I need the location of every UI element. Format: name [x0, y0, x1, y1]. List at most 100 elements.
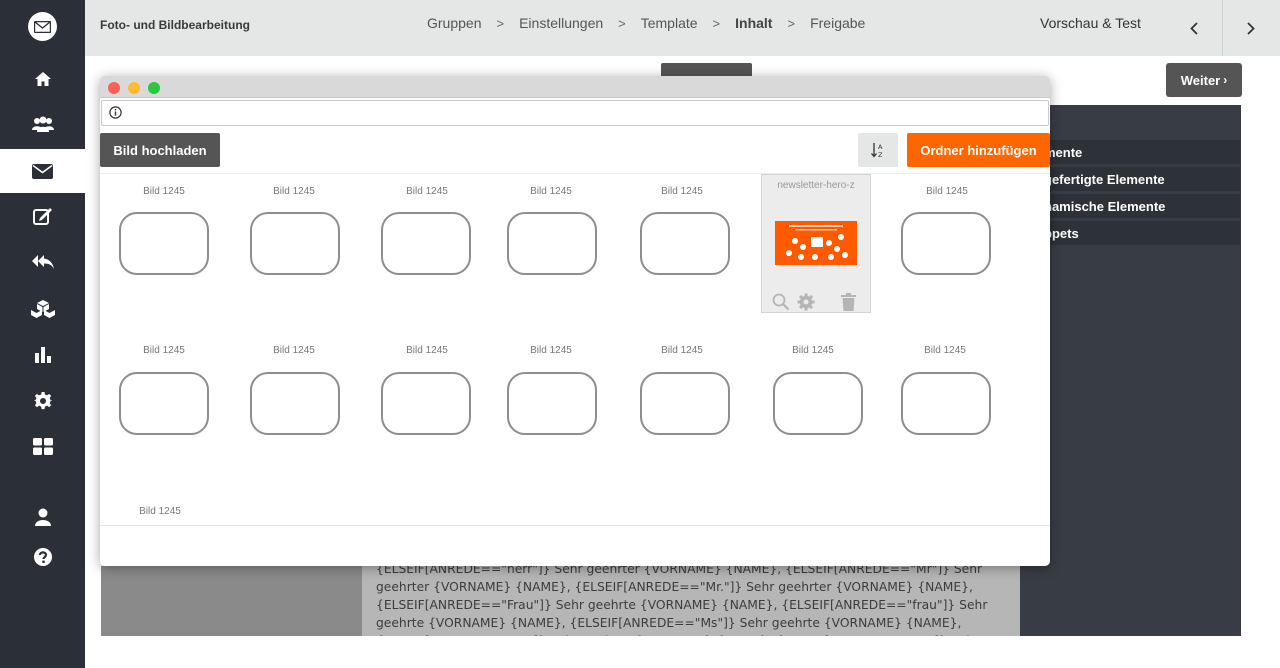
- folder-icon[interactable]: [507, 212, 597, 275]
- sidebar-item-settings[interactable]: [0, 379, 85, 423]
- image-tile[interactable]: newsletter-hero-z: [761, 174, 871, 313]
- weiter-label: Weiter: [1180, 72, 1221, 88]
- window-titlebar[interactable]: [100, 76, 1050, 98]
- image-thumbnail[interactable]: [775, 221, 857, 265]
- left-sidebar: [0, 0, 85, 668]
- weiter-button[interactable]: Weiter ›: [1166, 63, 1242, 97]
- info-icon[interactable]: [109, 106, 122, 119]
- step-template[interactable]: Template: [641, 15, 698, 31]
- help-icon: [33, 548, 52, 566]
- step-inhalt[interactable]: Inhalt: [735, 15, 772, 31]
- folder-icon[interactable]: [381, 212, 471, 275]
- folder-label: Bild 1245: [143, 345, 185, 356]
- top-bar: Foto- und Bildbearbeitung Gruppen > Eins…: [85, 0, 1280, 56]
- panel-item-elemente[interactable]: mente: [1040, 140, 1240, 164]
- minimize-window-button[interactable]: [128, 82, 140, 94]
- gear-icon: [33, 392, 52, 410]
- sidebar-item-modules[interactable]: [0, 287, 85, 331]
- step-separator-icon: >: [496, 15, 505, 31]
- folder-label: Bild 1245: [530, 345, 572, 356]
- previous-step-button[interactable]: [1165, 0, 1222, 56]
- folder-label: Bild 1245: [143, 186, 185, 197]
- grid-icon: [32, 437, 53, 455]
- app-title: Foto- und Bildbearbeitung: [100, 18, 250, 32]
- folder-label: Bild 1245: [661, 345, 703, 356]
- bar-chart-icon: [34, 347, 51, 363]
- folder-icon[interactable]: [640, 372, 730, 435]
- trash-icon[interactable]: [841, 293, 856, 311]
- folder-icon[interactable]: [773, 372, 863, 435]
- folder-label: Bild 1245: [273, 186, 315, 197]
- preview-test-link[interactable]: Vorschau & Test: [1040, 15, 1141, 31]
- folder-icon[interactable]: [901, 212, 991, 275]
- step-gruppen[interactable]: Gruppen: [427, 15, 481, 31]
- panel-item-vorgefertigte-elemente[interactable]: gefertigte Elemente: [1040, 167, 1240, 191]
- step-freigabe[interactable]: Freigabe: [810, 15, 865, 31]
- folder-label: Bild 1245: [139, 506, 181, 517]
- address-bar[interactable]: [101, 100, 1049, 126]
- sort-alpha-icon: A Z: [871, 143, 883, 158]
- folder-label: Bild 1245: [530, 186, 572, 197]
- panel-item-dynamische-elemente[interactable]: namische Elemente: [1040, 194, 1240, 218]
- folder-icon[interactable]: [250, 212, 340, 275]
- wizard-steps: Gruppen > Einstellungen > Template > Inh…: [427, 15, 865, 31]
- folder-label: Bild 1245: [661, 186, 703, 197]
- thumbnail-graphic: [775, 221, 857, 265]
- zoom-icon[interactable]: [772, 293, 790, 311]
- edit-icon: [32, 208, 52, 225]
- folder-icon[interactable]: [381, 372, 471, 435]
- folder-label: Bild 1245: [406, 186, 448, 197]
- sidebar-item-mailings[interactable]: [0, 149, 85, 193]
- folder-label: Bild 1245: [926, 186, 968, 197]
- users-icon: [31, 116, 54, 132]
- sidebar-item-home[interactable]: [0, 57, 85, 101]
- folder-label: Bild 1245: [406, 345, 448, 356]
- chevron-right-icon: ›: [1223, 73, 1228, 87]
- folder-icon[interactable]: [507, 372, 597, 435]
- sidebar-item-users[interactable]: [0, 102, 85, 146]
- step-einstellungen[interactable]: Einstellungen: [519, 15, 603, 31]
- sidebar-item-statistics[interactable]: [0, 332, 85, 376]
- sidebar-item-replies[interactable]: [0, 240, 85, 284]
- mail-logo-icon: [34, 20, 51, 33]
- image-file-name: newsletter-hero-z: [777, 180, 855, 191]
- folder-label: Bild 1245: [273, 345, 315, 356]
- add-folder-button[interactable]: Ordner hinzufügen: [907, 133, 1050, 167]
- folder-icon[interactable]: [119, 212, 209, 275]
- image-manager-window: Bild hochladen A Z Ordner hinzufügen Bil…: [100, 76, 1050, 566]
- sidebar-item-help[interactable]: [0, 535, 85, 579]
- editor-text-block[interactable]: {ELSEIF[ANREDE=="herr"]} Sehr geehrter {…: [362, 566, 1020, 636]
- next-step-button[interactable]: [1222, 0, 1279, 56]
- chevron-left-icon: [1189, 21, 1198, 35]
- user-icon: [34, 508, 51, 526]
- svg-text:A: A: [878, 143, 883, 151]
- gear-icon[interactable]: [797, 293, 815, 311]
- folder-icon[interactable]: [640, 212, 730, 275]
- reply-all-icon: [31, 255, 54, 269]
- folder-label: Bild 1245: [924, 345, 966, 356]
- svg-text:Z: Z: [878, 151, 883, 158]
- upload-image-button[interactable]: Bild hochladen: [100, 133, 220, 167]
- step-separator-icon: >: [787, 15, 796, 31]
- step-separator-icon: >: [712, 15, 721, 31]
- panel-item-snippets[interactable]: ppets: [1040, 221, 1240, 245]
- maximize-window-button[interactable]: [148, 82, 160, 94]
- sidebar-item-edit[interactable]: [0, 194, 85, 238]
- folder-icon[interactable]: [901, 372, 991, 435]
- sidebar-item-dashboard[interactable]: [0, 424, 85, 468]
- salutation-code-text: {ELSEIF[ANREDE=="herr"]} Sehr geehrter {…: [376, 566, 988, 636]
- step-separator-icon: >: [618, 15, 626, 31]
- app-logo[interactable]: [28, 12, 57, 41]
- sort-alphabetical-button[interactable]: A Z: [858, 133, 898, 167]
- folder-icon[interactable]: [250, 372, 340, 435]
- chevron-right-icon: [1247, 21, 1255, 35]
- cubes-icon: [30, 300, 55, 318]
- sidebar-item-account[interactable]: [0, 495, 85, 539]
- image-browser-grid: Bild 1245 Bild 1245 Bild 1245 Bild 1245 …: [100, 173, 1050, 526]
- home-icon: [34, 72, 51, 86]
- folder-label: Bild 1245: [792, 345, 834, 356]
- close-window-button[interactable]: [108, 82, 120, 94]
- mail-icon: [32, 163, 53, 179]
- image-tile-actions: [772, 293, 862, 313]
- folder-icon[interactable]: [119, 372, 209, 435]
